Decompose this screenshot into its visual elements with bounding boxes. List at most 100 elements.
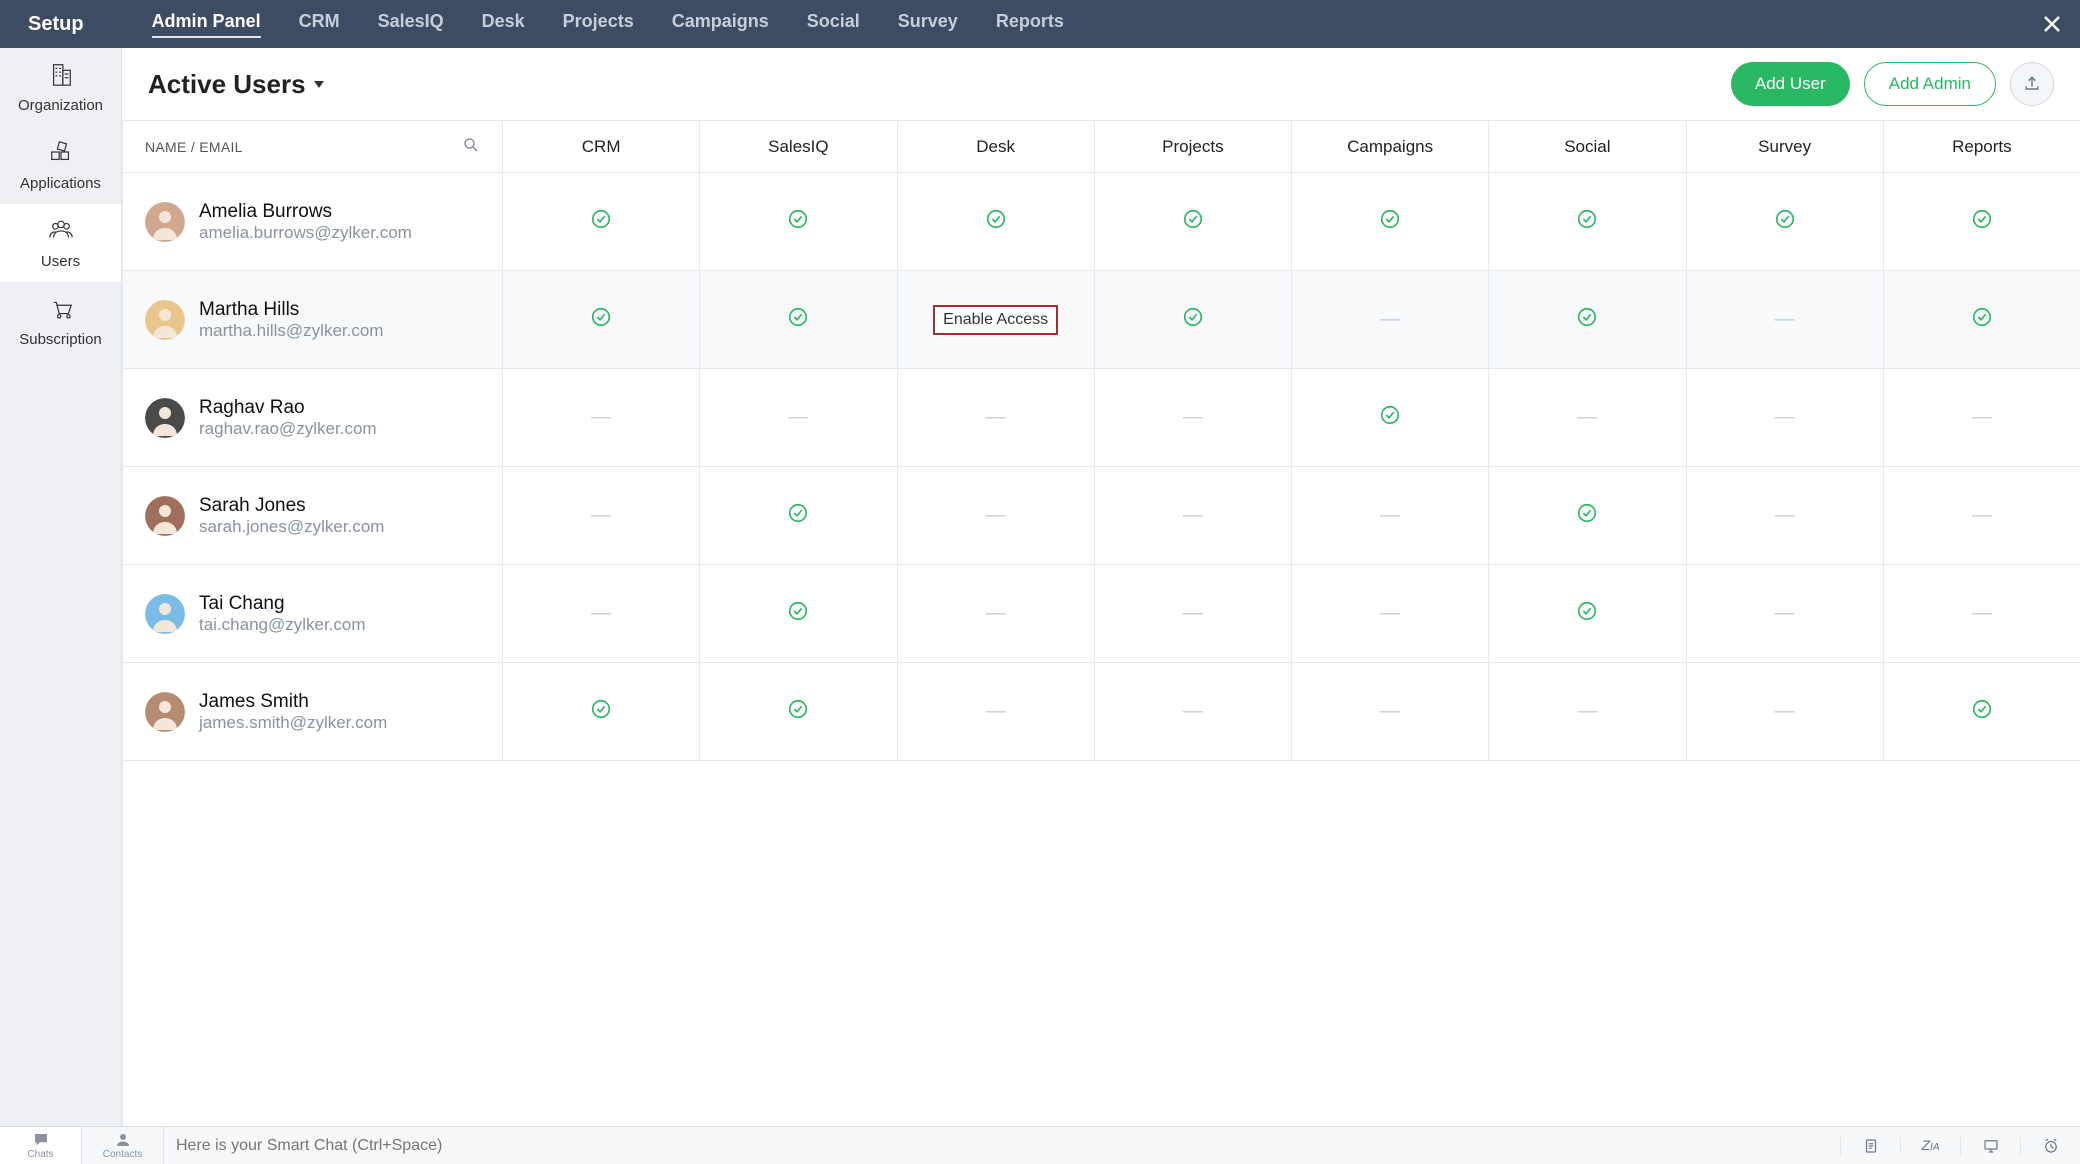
name-header-label: NAME / EMAIL xyxy=(145,139,243,155)
access-cell-social[interactable] xyxy=(1489,271,1686,368)
add-user-button[interactable]: Add User xyxy=(1731,62,1850,106)
nav-tab-desk[interactable]: Desk xyxy=(482,11,525,38)
check-icon xyxy=(1576,208,1598,235)
user-info: Sarah Jonessarah.jones@zylker.com xyxy=(199,495,384,537)
page-title-dropdown[interactable]: Active Users xyxy=(148,69,324,100)
access-cell-survey[interactable]: — xyxy=(1687,663,1884,760)
access-cell-campaigns[interactable]: — xyxy=(1292,565,1489,662)
access-cell-crm[interactable] xyxy=(503,173,700,270)
access-cell-salesiq[interactable]: — xyxy=(700,369,897,466)
user-cell: Tai Changtai.chang@zylker.com xyxy=(123,565,503,662)
access-cell-crm[interactable]: — xyxy=(503,467,700,564)
access-cell-crm[interactable] xyxy=(503,663,700,760)
column-header-name: NAME / EMAIL xyxy=(123,121,503,172)
bottom-icons: ZIA xyxy=(1840,1137,2080,1155)
dash-icon: — xyxy=(1972,504,1992,527)
access-cell-social[interactable] xyxy=(1489,565,1686,662)
access-cell-social[interactable] xyxy=(1489,173,1686,270)
access-cell-social[interactable]: — xyxy=(1489,663,1686,760)
dash-icon: — xyxy=(1380,602,1400,625)
access-cell-crm[interactable] xyxy=(503,271,700,368)
sidebar-item-organization[interactable]: Organization xyxy=(0,48,121,126)
zia-icon[interactable]: ZIA xyxy=(1900,1137,1960,1153)
access-cell-desk[interactable]: — xyxy=(898,467,1095,564)
export-button[interactable] xyxy=(2010,62,2054,106)
access-cell-projects[interactable] xyxy=(1095,271,1292,368)
add-admin-button[interactable]: Add Admin xyxy=(1864,62,1996,106)
sidebar-item-applications[interactable]: Applications xyxy=(0,126,121,204)
screen-share-icon[interactable] xyxy=(1960,1137,2020,1155)
avatar xyxy=(145,692,185,732)
access-cell-salesiq[interactable] xyxy=(700,271,897,368)
avatar xyxy=(145,300,185,340)
access-cell-reports[interactable] xyxy=(1884,173,2080,270)
sidebar-item-users[interactable]: Users xyxy=(0,204,121,282)
nav-tab-campaigns[interactable]: Campaigns xyxy=(672,11,769,38)
access-cell-campaigns[interactable] xyxy=(1292,173,1489,270)
access-cell-survey[interactable]: — xyxy=(1687,369,1884,466)
check-icon xyxy=(590,698,612,725)
nav-tab-projects[interactable]: Projects xyxy=(563,11,634,38)
page-title-text: Active Users xyxy=(148,69,306,100)
user-info: James Smithjames.smith@zylker.com xyxy=(199,691,387,733)
access-cell-survey[interactable]: — xyxy=(1687,565,1884,662)
access-cell-social[interactable]: — xyxy=(1489,369,1686,466)
access-cell-desk[interactable]: — xyxy=(898,663,1095,760)
access-cell-reports[interactable]: — xyxy=(1884,565,2080,662)
dash-icon: — xyxy=(1775,504,1795,527)
access-cell-reports[interactable] xyxy=(1884,271,2080,368)
access-cell-desk[interactable]: — xyxy=(898,565,1095,662)
access-cell-campaigns[interactable]: — xyxy=(1292,663,1489,760)
nav-tab-social[interactable]: Social xyxy=(807,11,860,38)
nav-tab-reports[interactable]: Reports xyxy=(996,11,1064,38)
smart-chat-input[interactable] xyxy=(164,1127,1840,1164)
access-cell-survey[interactable]: — xyxy=(1687,271,1884,368)
user-name: Tai Chang xyxy=(199,593,366,615)
access-cell-survey[interactable] xyxy=(1687,173,1884,270)
access-cell-salesiq[interactable] xyxy=(700,565,897,662)
access-cell-crm[interactable]: — xyxy=(503,565,700,662)
access-cell-reports[interactable]: — xyxy=(1884,467,2080,564)
access-cell-campaigns[interactable]: — xyxy=(1292,467,1489,564)
access-cell-projects[interactable]: — xyxy=(1095,467,1292,564)
access-cell-reports[interactable]: — xyxy=(1884,369,2080,466)
access-cell-desk[interactable]: — xyxy=(898,369,1095,466)
table-row[interactable]: James Smithjames.smith@zylker.com————— xyxy=(123,663,2080,761)
nav-tab-salesiq[interactable]: SalesIQ xyxy=(378,11,444,38)
enable-access-button[interactable]: Enable Access xyxy=(933,305,1058,335)
access-cell-projects[interactable]: — xyxy=(1095,565,1292,662)
access-cell-salesiq[interactable] xyxy=(700,467,897,564)
nav-tab-crm[interactable]: CRM xyxy=(299,11,340,38)
access-cell-campaigns[interactable]: — xyxy=(1292,271,1489,368)
alarm-icon[interactable] xyxy=(2020,1137,2080,1155)
sidebar-item-label: Applications xyxy=(20,175,101,192)
access-cell-projects[interactable] xyxy=(1095,173,1292,270)
access-cell-desk[interactable] xyxy=(898,173,1095,270)
sidebar-item-subscription[interactable]: Subscription xyxy=(0,282,121,360)
access-cell-social[interactable] xyxy=(1489,467,1686,564)
table-row[interactable]: Amelia Burrowsamelia.burrows@zylker.com xyxy=(123,173,2080,271)
table-row[interactable]: Martha Hillsmartha.hills@zylker.comEnabl… xyxy=(123,271,2080,369)
access-cell-salesiq[interactable] xyxy=(700,663,897,760)
access-cell-projects[interactable]: — xyxy=(1095,369,1292,466)
access-cell-campaigns[interactable] xyxy=(1292,369,1489,466)
avatar xyxy=(145,594,185,634)
access-cell-survey[interactable]: — xyxy=(1687,467,1884,564)
access-cell-salesiq[interactable] xyxy=(700,173,897,270)
nav-tab-admin-panel[interactable]: Admin Panel xyxy=(152,11,261,38)
table-row[interactable]: Sarah Jonessarah.jones@zylker.com—————— xyxy=(123,467,2080,565)
nav-tab-survey[interactable]: Survey xyxy=(898,11,958,38)
access-cell-projects[interactable]: — xyxy=(1095,663,1292,760)
access-cell-reports[interactable] xyxy=(1884,663,2080,760)
table-row[interactable]: Tai Changtai.chang@zylker.com—————— xyxy=(123,565,2080,663)
table-row[interactable]: Raghav Raoraghav.rao@zylker.com——————— xyxy=(123,369,2080,467)
search-icon[interactable] xyxy=(462,136,480,157)
subscription-icon xyxy=(46,295,76,325)
close-icon[interactable] xyxy=(2040,12,2064,36)
bottom-tab-chats[interactable]: Chats xyxy=(0,1127,82,1164)
access-cell-crm[interactable]: — xyxy=(503,369,700,466)
document-icon[interactable] xyxy=(1840,1137,1900,1155)
sidebar: Organization Applications UsersSubscriptio… xyxy=(0,48,122,1126)
user-info: Tai Changtai.chang@zylker.com xyxy=(199,593,366,635)
bottom-tab-contacts[interactable]: Contacts xyxy=(82,1127,164,1164)
